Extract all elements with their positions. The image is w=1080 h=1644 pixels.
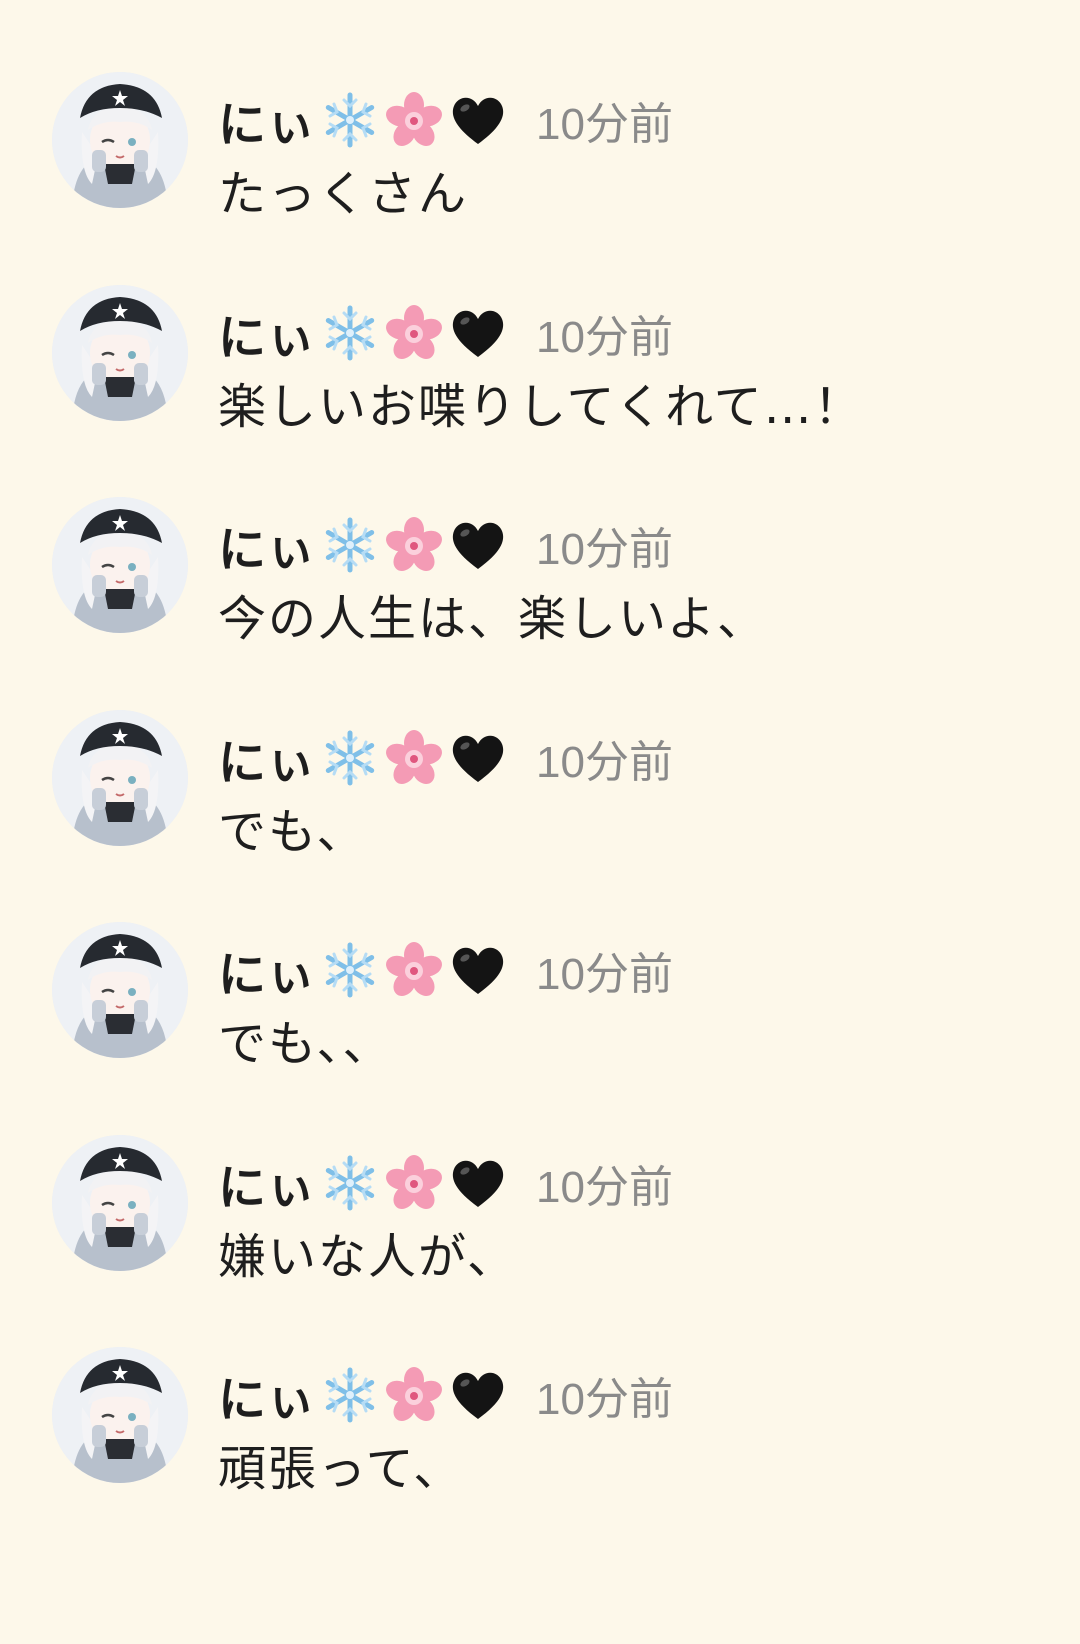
comment-item[interactable]: にぃ 10分前頑張って、	[0, 1347, 1080, 1547]
comment-text: 楽しいお喋りしてくれて…！	[218, 378, 864, 435]
timestamp: 10分前	[536, 950, 673, 999]
timestamp: 10分前	[536, 312, 673, 362]
timestamp: 10分前	[536, 100, 673, 149]
cherry-blossom-icon	[384, 940, 444, 1000]
timestamp: 10分前	[536, 525, 673, 574]
comment-header: にぃ 10分前	[218, 728, 673, 791]
cherry-blossom-icon	[384, 515, 444, 575]
comment-text: でも、、	[218, 1016, 393, 1072]
timestamp: 10分前	[536, 737, 673, 787]
snowflake-icon	[320, 728, 380, 788]
user-name[interactable]: にぃ	[218, 1360, 316, 1430]
cherry-blossom-icon	[384, 90, 444, 150]
avatar[interactable]	[52, 72, 188, 208]
cherry-blossom-icon	[384, 1365, 444, 1425]
comment-text: でも、	[218, 803, 367, 860]
black-heart-icon	[448, 1365, 508, 1425]
comment-text: たっくさん	[218, 166, 469, 222]
comment-header: にぃ 10分前	[218, 90, 673, 153]
comment-header: にぃ 10分前	[218, 303, 673, 366]
black-heart-icon	[448, 940, 508, 1000]
user-name[interactable]: にぃ	[218, 1148, 316, 1218]
comment-header: にぃ 10分前	[218, 1153, 673, 1216]
snowflake-icon	[320, 90, 380, 150]
comment-item[interactable]: にぃ 10分前楽しいお喋りしてくれて…！	[0, 284, 1080, 485]
snowflake-icon	[320, 515, 380, 575]
comment-list: にぃ 10分前 たっくさん にぃ 10分前 楽しいお喋りしてくれて…！ にぃ 1…	[0, 0, 1080, 1644]
snowflake-icon	[320, 1153, 380, 1213]
snowflake-icon	[320, 303, 380, 363]
user-name[interactable]: にぃ	[218, 723, 316, 793]
comment-text: 頑張って、	[218, 1441, 464, 1497]
cherry-blossom-icon	[384, 1153, 444, 1213]
avatar[interactable]	[52, 1347, 188, 1483]
snowflake-icon	[320, 1365, 380, 1425]
user-name[interactable]: にぃ	[218, 298, 316, 368]
avatar[interactable]	[52, 1134, 188, 1271]
comment-item[interactable]: にぃ 10分前でも、、	[0, 922, 1080, 1122]
black-heart-icon	[448, 515, 508, 575]
comment-item[interactable]: にぃ 10分前今の人生は、楽しいよ、	[0, 497, 1080, 697]
avatar[interactable]	[52, 497, 188, 633]
black-heart-icon	[448, 1153, 508, 1213]
avatar[interactable]	[52, 284, 188, 421]
black-heart-icon	[448, 728, 508, 788]
cherry-blossom-icon	[384, 728, 444, 788]
user-name[interactable]: にぃ	[218, 935, 316, 1005]
avatar[interactable]	[52, 709, 188, 846]
avatar[interactable]	[52, 922, 188, 1058]
comment-text: 嫌いな人が、	[218, 1228, 518, 1285]
comment-header: にぃ 10分前	[218, 940, 673, 1003]
timestamp: 10分前	[536, 1162, 673, 1212]
black-heart-icon	[448, 90, 508, 150]
user-name[interactable]: にぃ	[218, 85, 316, 155]
comment-item[interactable]: にぃ 10分前でも、	[0, 709, 1080, 910]
cherry-blossom-icon	[384, 303, 444, 363]
snowflake-icon	[320, 940, 380, 1000]
comment-item[interactable]: にぃ 10分前たっくさん	[0, 72, 1080, 272]
user-name[interactable]: にぃ	[218, 510, 316, 580]
black-heart-icon	[448, 303, 508, 363]
comment-item[interactable]: にぃ 10分前 嫌いな人が、	[0, 1134, 1080, 1335]
comment-header: にぃ 10分前	[218, 515, 673, 578]
comment-header: にぃ 10分前	[218, 1365, 673, 1428]
timestamp: 10分前	[536, 1375, 673, 1424]
comment-text: 今の人生は、楽しいよ、	[218, 591, 768, 647]
